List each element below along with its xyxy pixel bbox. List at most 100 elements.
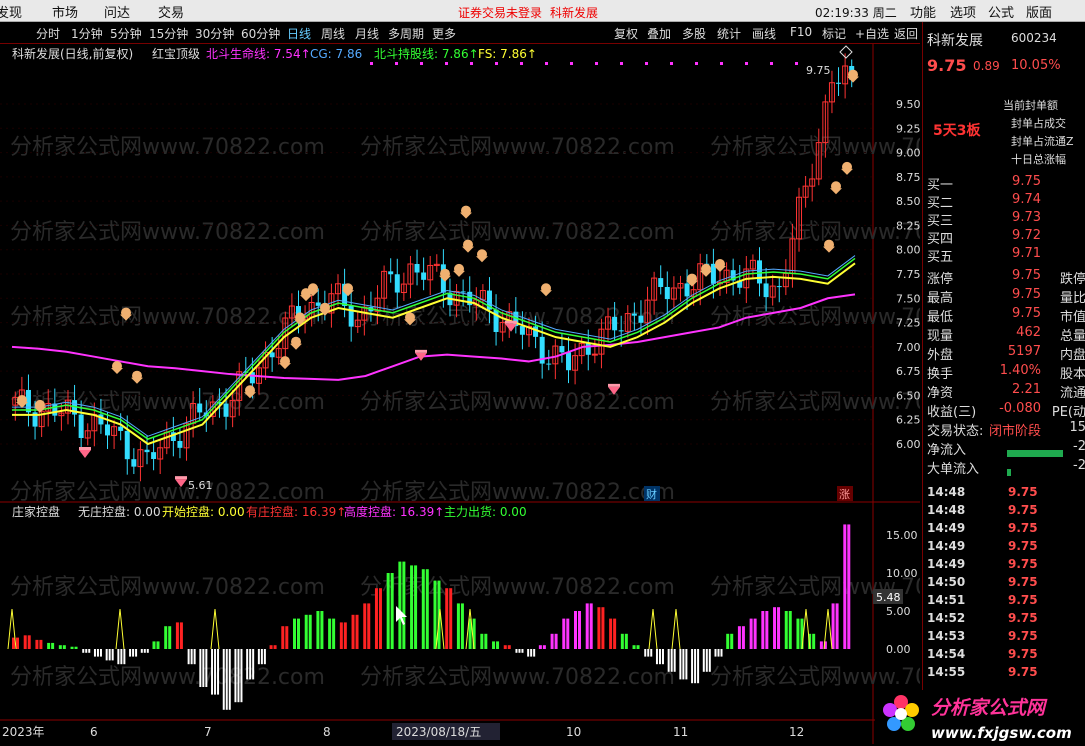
bid-row[interactable]: 买三 9.73 (923, 210, 1085, 229)
sub-y-tick-label: 15.00 (886, 529, 918, 542)
control-bar (202, 649, 205, 687)
btn-mark[interactable]: 标记 (822, 25, 846, 42)
control-bar (530, 649, 533, 657)
control-bar (585, 603, 589, 649)
tick-time: 14:53 (927, 629, 966, 643)
control-bar (670, 649, 673, 672)
menu-wenda[interactable]: 问达 (104, 2, 130, 21)
quote-label-right: -2 (1073, 439, 1085, 454)
control-bar (843, 524, 847, 649)
btn-f10[interactable]: F10 (790, 25, 812, 39)
tab-multi-period[interactable]: 多周期 (388, 25, 424, 42)
tab-5min[interactable]: 5分钟 (110, 25, 142, 42)
watermark-text: 分析家公式网www.70822.com (360, 135, 675, 160)
bid-row[interactable]: 买二 9.74 (923, 192, 1085, 211)
control-bar (682, 649, 685, 680)
control-bar (773, 607, 777, 649)
menu-discover[interactable]: 发现 (0, 2, 22, 21)
control-bar (82, 649, 85, 653)
btn-adjust[interactable]: 复权 (614, 25, 638, 42)
legend-fs: FS: 7.86↑ (478, 47, 537, 61)
control-bar (658, 649, 661, 665)
bid-label: 买三 (927, 214, 954, 229)
btn-stats[interactable]: 统计 (717, 25, 741, 42)
watermark-text: 分析家公式网www.70822.com (10, 135, 325, 160)
btn-add-watchlist[interactable]: +自选 (855, 25, 889, 42)
quote-value: 9.75 (1012, 306, 1041, 321)
menu-layout[interactable]: 版面 (1026, 2, 1052, 21)
tab-timeshare[interactable]: 分时 (36, 25, 60, 42)
control-bar (697, 649, 700, 684)
control-bar (714, 649, 717, 657)
btn-back[interactable]: 返回 (894, 25, 918, 42)
tab-weekly[interactable]: 周线 (321, 25, 345, 42)
limit-streak-badge: 5天3板 (933, 123, 981, 139)
tick-time: 14:52 (927, 611, 966, 625)
x-label: 11 (673, 725, 688, 739)
control-bar (351, 614, 355, 649)
control-bar (74, 646, 78, 649)
quote-row: 涨停 9.75 跌停 (923, 268, 1085, 287)
btn-overlay[interactable]: 叠加 (647, 25, 671, 42)
kline-chart[interactable]: 分析家公式网www.70822.com 分析家公式网www.70822.com 分析… (0, 44, 920, 744)
tab-1min[interactable]: 1分钟 (71, 25, 103, 42)
tick-time: 14:51 (927, 593, 966, 607)
signal-dot (770, 62, 773, 65)
menu-formula[interactable]: 公式 (988, 2, 1014, 21)
tab-monthly[interactable]: 月线 (355, 25, 379, 42)
x-label-cursor: 2023/08/18/五 (396, 725, 481, 739)
menu-options[interactable]: 选项 (950, 2, 976, 21)
control-bar (562, 618, 566, 649)
legend-lifeline: 北斗生命线: 7.54↑ (206, 46, 311, 61)
control-bar (205, 649, 208, 687)
tab-more[interactable]: 更多 (432, 25, 456, 42)
net-inflow-bar (1007, 450, 1063, 457)
quote-label-right: PE(动 (1051, 405, 1085, 420)
tick-row: 14:49 9.75 (923, 557, 1085, 575)
candle-body-down (763, 283, 769, 298)
control-bar (249, 649, 252, 680)
signal-dot (595, 62, 598, 65)
finance-marker[interactable]: 财 (646, 487, 657, 501)
control-bar (812, 633, 816, 649)
control-bar (788, 611, 792, 649)
limit-up-marker[interactable]: 涨 (839, 488, 850, 501)
control-bar (320, 611, 324, 649)
tab-60min[interactable]: 60分钟 (241, 25, 280, 42)
watermark-text: 分析家公式网www.70822.com (710, 220, 920, 245)
tab-30min[interactable]: 30分钟 (195, 25, 234, 42)
control-bar (332, 618, 336, 649)
stock-name: 科新发展 (927, 33, 983, 49)
tab-daily[interactable]: 日线 (287, 25, 311, 42)
signal-dot (720, 62, 723, 65)
quote-label: 最高 (927, 291, 954, 306)
control-bar (374, 588, 378, 649)
control-bar (378, 588, 382, 649)
quote-row: 大单流入 -2 (923, 458, 1085, 477)
btn-multi-stock[interactable]: 多股 (682, 25, 706, 42)
candle-body-down (223, 403, 229, 417)
big-order-bar (1007, 469, 1011, 476)
tick-price: 9.75 (1008, 629, 1038, 643)
btn-draw[interactable]: 画线 (752, 25, 776, 42)
bid-row[interactable]: 买一 9.75 (923, 174, 1085, 193)
login-notice[interactable]: 证券交易未登录 (458, 4, 542, 21)
control-bar (566, 618, 570, 649)
tick-row: 14:48 9.75 (923, 503, 1085, 521)
tick-row: 14:54 9.75 (923, 647, 1085, 665)
tick-price: 9.75 (1008, 503, 1038, 517)
menu-market[interactable]: 市场 (52, 2, 78, 21)
quote-label-right: 内盘 (1059, 348, 1085, 363)
tab-15min[interactable]: 15分钟 (149, 25, 188, 42)
control-bar (70, 646, 74, 649)
y-tick-label: 7.00 (896, 341, 920, 354)
svg-text:分析家公式网: 分析家公式网 (931, 697, 1048, 719)
control-bar (554, 633, 558, 649)
menu-trade[interactable]: 交易 (158, 2, 184, 21)
control-bar (273, 645, 277, 649)
control-bar (237, 649, 240, 703)
bid-row[interactable]: 买四 9.72 (923, 228, 1085, 247)
bid-row[interactable]: 买五 9.71 (923, 246, 1085, 265)
menu-function[interactable]: 功能 (910, 2, 936, 21)
watermark-text: 分析家公式网www.70822.com (360, 575, 675, 600)
